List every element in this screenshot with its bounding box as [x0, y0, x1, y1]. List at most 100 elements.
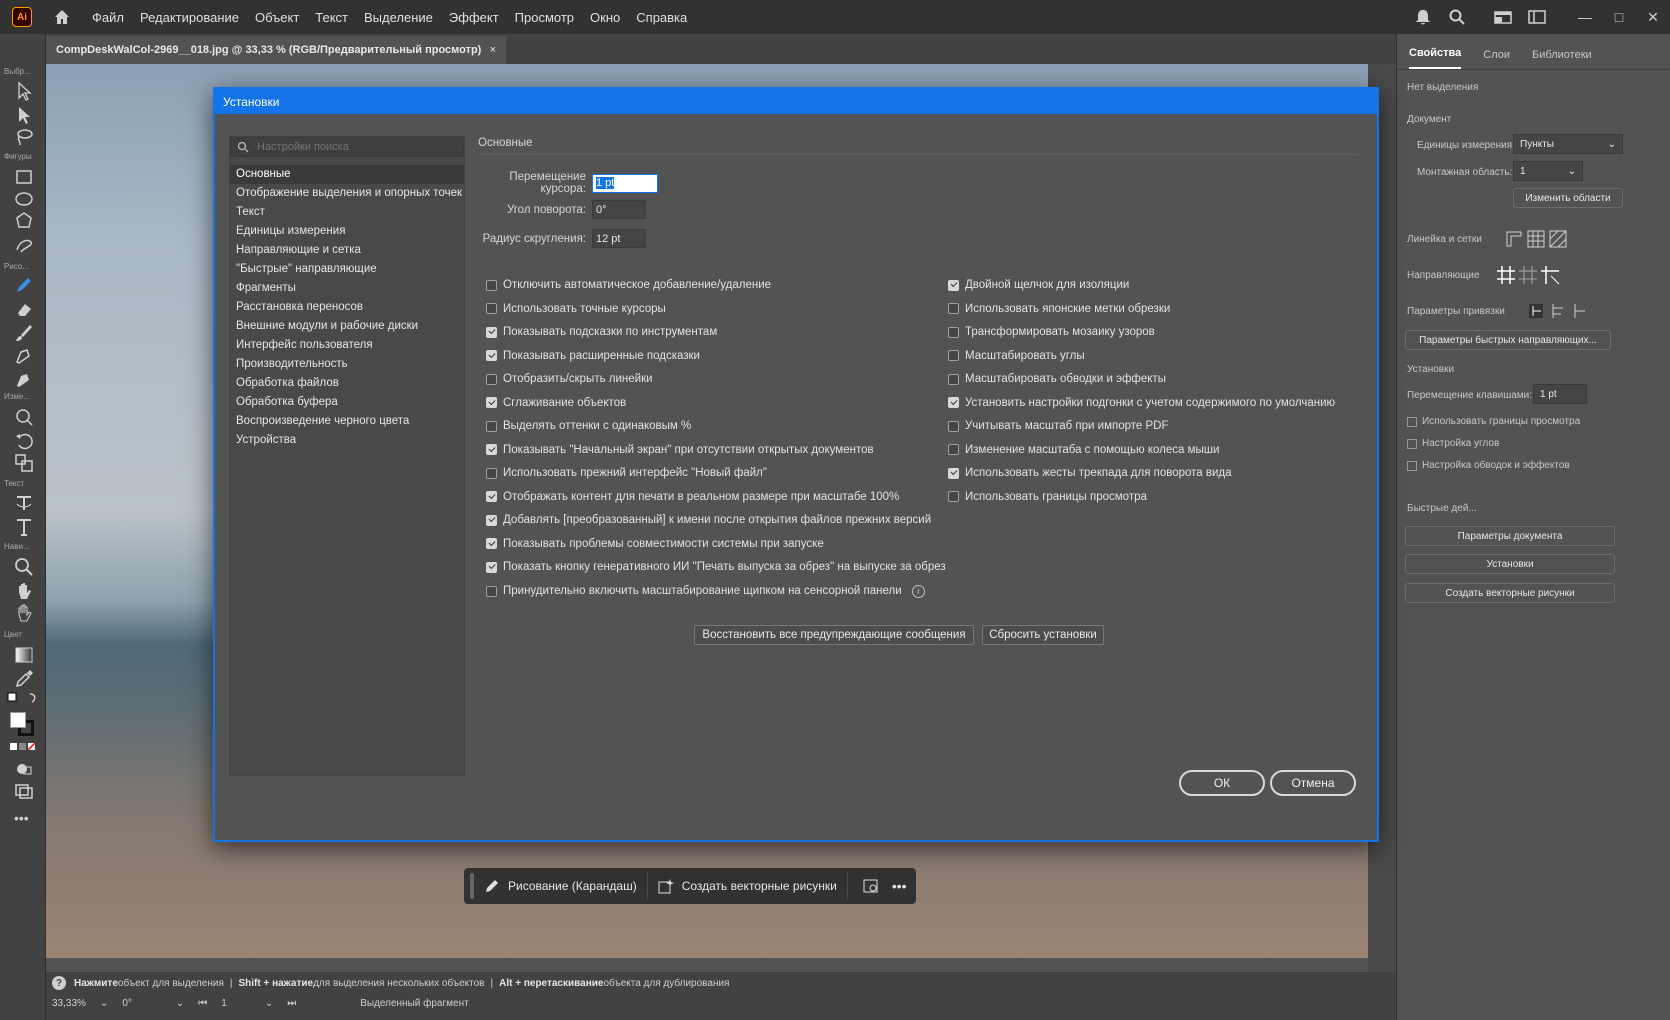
category-hyphenation[interactable]: Расстановка переносов [230, 298, 464, 317]
checkbox-unchecked[interactable] [948, 303, 959, 314]
reset-warnings-button[interactable]: Восстановить все предупреждающие сообщен… [694, 625, 974, 645]
left-checkbox-11[interactable]: Показывать проблемы совместимости систем… [486, 538, 824, 550]
rotate-tool-icon[interactable] [13, 430, 35, 452]
checkbox-unchecked[interactable] [948, 350, 959, 361]
curvature-tool-icon[interactable] [13, 368, 35, 390]
menu-edit[interactable]: Редактирование [140, 10, 239, 25]
menu-object[interactable]: Объект [255, 10, 299, 25]
checkbox-checked[interactable] [486, 561, 497, 573]
left-checkbox-6[interactable]: Выделять оттенки с одинаковым % [486, 420, 691, 432]
default-swap-colors-icon[interactable] [6, 690, 40, 706]
eraser-tool-icon[interactable] [13, 298, 35, 320]
menu-file[interactable]: Файл [92, 10, 124, 25]
ok-button[interactable]: ОК [1179, 770, 1265, 796]
corner-radius-input[interactable]: 12 pt [592, 229, 646, 248]
checkbox-unchecked[interactable] [486, 585, 497, 597]
lock-guides-icon[interactable] [1517, 264, 1539, 286]
category-plugins-scratch-disks[interactable]: Внешние модули и рабочие диски [230, 317, 464, 336]
menu-window[interactable]: Окно [590, 10, 620, 25]
category-guides-grid[interactable]: Направляющие и сетка [230, 241, 464, 260]
category-user-interface[interactable]: Интерфейс пользователя [230, 336, 464, 355]
category-black-appearance[interactable]: Воспроизведение черного цвета [230, 412, 464, 431]
type-on-path-tool-icon[interactable] [13, 492, 35, 514]
checkbox-checked[interactable] [486, 350, 497, 361]
right-checkbox-8[interactable]: Использовать жесты трекпада для поворота… [948, 467, 1232, 479]
smart-guides-icon[interactable] [1539, 264, 1561, 286]
checkbox-unchecked[interactable] [948, 326, 959, 338]
search-input[interactable] [257, 141, 447, 153]
arrange-documents-icon[interactable] [1528, 8, 1546, 26]
left-checkbox-0[interactable]: Отключить автоматическое добавление/удал… [486, 279, 771, 291]
artboard-number[interactable]: 1 [221, 998, 227, 1009]
category-slices[interactable]: Фрагменты [230, 279, 464, 298]
transparency-grid-icon[interactable] [1547, 228, 1569, 250]
category-file-handling[interactable]: Обработка файлов [230, 374, 464, 393]
ruler-icon[interactable] [1503, 228, 1525, 250]
right-checkbox-1[interactable]: Использовать японские метки обрезки [948, 303, 1170, 315]
category-selection-anchor-display[interactable]: Отображение выделения и опорных точек [230, 184, 464, 203]
tab-libraries[interactable]: Библиотеки [1532, 49, 1592, 69]
hand-tool-icon[interactable] [13, 580, 35, 602]
fill-stroke-swatches[interactable] [10, 712, 36, 738]
draw-mode-icon[interactable] [13, 758, 35, 780]
create-vector-button[interactable]: Создать векторные рисунки [648, 872, 848, 900]
units-select[interactable]: Пункты ⌄ [1513, 134, 1623, 154]
left-checkbox-12[interactable]: Показать кнопку генеративного ИИ "Печать… [486, 561, 946, 573]
workspace-switcher-icon[interactable] [1494, 8, 1512, 26]
help-icon[interactable]: ? [52, 976, 66, 990]
snap-to-glyph-icon[interactable] [1569, 300, 1591, 322]
zoom-level[interactable]: 33,33% [52, 998, 86, 1009]
right-checkbox-2[interactable]: Трансформировать мозаику узоров [948, 326, 1155, 338]
right-checkbox-9[interactable]: Использовать границы просмотра [948, 491, 1147, 503]
checkbox-unchecked[interactable] [948, 444, 959, 455]
menu-help[interactable]: Справка [636, 10, 687, 25]
preferences-search[interactable] [230, 137, 464, 157]
reset-preferences-button[interactable]: Сбросить установки [982, 625, 1104, 645]
left-checkbox-9[interactable]: Отображать контент для печати в реальном… [486, 491, 899, 503]
direct-selection-tool-icon[interactable] [13, 104, 35, 126]
left-checkbox-8[interactable]: Использовать прежний интерфейс "Новый фа… [486, 467, 767, 479]
checkbox-checked[interactable] [486, 444, 497, 455]
show-guides-icon[interactable] [1495, 264, 1517, 286]
left-checkbox-13[interactable]: Принудительно включить масштабирование щ… [486, 584, 925, 598]
vectorize-button[interactable]: Создать векторные рисунки [1405, 583, 1615, 603]
keyboard-increment-input[interactable]: 1 pt [592, 173, 658, 193]
bell-icon[interactable] [1414, 8, 1432, 26]
checkbox-unchecked[interactable] [486, 279, 497, 291]
chevron-down-icon[interactable]: ⌄ [176, 998, 184, 1009]
screen-mode-icon[interactable] [13, 780, 35, 802]
home-icon[interactable] [52, 7, 72, 27]
checkbox-checked[interactable] [486, 397, 497, 408]
left-checkbox-3[interactable]: Показывать расширенные подсказки [486, 350, 700, 362]
taskbar-more-button[interactable]: ••• [892, 878, 907, 894]
constrain-angle-input[interactable]: 0° [592, 200, 646, 219]
checkbox-checked[interactable] [486, 326, 497, 338]
checkbox-checked[interactable] [948, 467, 959, 479]
print-tiling-tool-icon[interactable] [13, 602, 35, 624]
checkbox-checked[interactable] [486, 491, 497, 502]
checkbox-unchecked[interactable] [948, 373, 959, 385]
category-smart-guides[interactable]: "Быстрые" направляющие [230, 260, 464, 279]
scale-corners-check[interactable]: Настройка углов [1407, 438, 1499, 449]
pencil-tool-icon[interactable] [13, 274, 35, 296]
checkbox-checked[interactable] [948, 397, 959, 408]
checkbox-unchecked[interactable] [486, 467, 497, 479]
reflect-tool-icon[interactable] [13, 406, 35, 428]
first-artboard-icon[interactable]: ⏮ [198, 998, 207, 1009]
right-checkbox-7[interactable]: Изменение масштаба с помощью колеса мыши [948, 444, 1219, 456]
right-checkbox-5[interactable]: Установить настройки подгонки с учетом с… [948, 397, 1335, 409]
selection-tool-icon[interactable] [13, 80, 35, 102]
zoom-tool-icon[interactable] [13, 556, 35, 578]
checkbox-unchecked[interactable] [486, 303, 497, 314]
selection-mode[interactable]: Выделенный фрагмент [360, 998, 468, 1009]
menu-type[interactable]: Текст [315, 10, 348, 25]
close-window-button[interactable]: ✕ [1636, 9, 1670, 26]
minimize-button[interactable]: — [1568, 9, 1602, 25]
left-checkbox-2[interactable]: Показывать подсказки по инструментам [486, 326, 717, 338]
ellipse-tool-icon[interactable] [13, 188, 35, 210]
menu-view[interactable]: Просмотр [515, 10, 574, 25]
right-checkbox-0[interactable]: Двойной щелчок для изоляции [948, 279, 1129, 291]
polygon-tool-icon[interactable] [13, 210, 35, 232]
left-checkbox-1[interactable]: Использовать точные курсоры [486, 303, 666, 315]
color-mode-icons[interactable] [10, 742, 36, 752]
